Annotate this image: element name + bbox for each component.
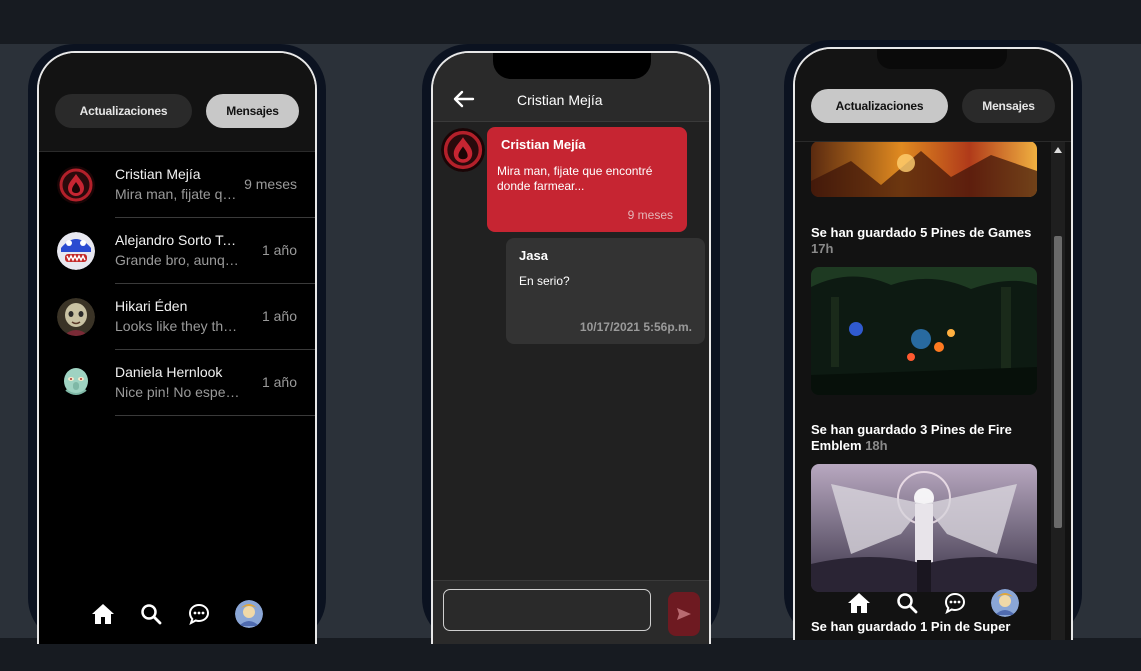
scroll-thumb[interactable] [1054, 236, 1062, 528]
home-icon[interactable] [91, 602, 115, 626]
conversation-item[interactable]: Alejandro Sorto Toledo Grande bro, aunqu… [39, 218, 315, 284]
phone-screen: Actualizaciones Mensajes Se han guardado… [793, 47, 1073, 640]
tab-bar: Actualizaciones Mensajes [39, 53, 315, 152]
conversation-name: Hikari Éden [115, 298, 188, 314]
message-composer [433, 580, 709, 644]
profile-avatar[interactable] [235, 600, 263, 628]
feed-item-title[interactable]: Se han guardado 3 Pines de Fire Emblem 1… [811, 422, 1041, 454]
squid-avatar-icon [57, 364, 95, 402]
feed-title-text: Se han guardado 3 Pines de Fire Emblem [811, 422, 1012, 453]
updates-feed: Se han guardado 5 Pines de Games 17h Se … [795, 141, 1071, 640]
pin-image[interactable] [811, 141, 1037, 197]
feed-item-title[interactable]: Se han guardado 1 Pin de Super [811, 619, 1041, 635]
pin-image[interactable] [811, 267, 1037, 395]
background-top-band [0, 0, 1141, 44]
conversation-preview: Mira man, fijate que encontré donde farm… [115, 186, 240, 202]
feed-age: 18h [865, 438, 888, 453]
conversation-preview: Nice pin! No esperaba... [115, 384, 240, 400]
message-author: Jasa [519, 248, 548, 263]
send-button[interactable] [668, 592, 700, 636]
profile-avatar[interactable] [991, 589, 1019, 617]
notch [877, 49, 1007, 69]
phone-updates: Actualizaciones Mensajes Se han guardado… [784, 40, 1082, 640]
conversation-item[interactable]: Hikari Éden Looks like they this... 1 añ… [39, 284, 315, 350]
divider [115, 415, 315, 416]
message-author: Cristian Mejía [501, 137, 586, 152]
search-icon[interactable] [895, 591, 919, 615]
conversation-name: Cristian Mejía [115, 166, 201, 182]
phone-screen: Cristian Mejía Cristian Mejía Mira man, … [431, 51, 711, 644]
feed-item-title[interactable]: Se han guardado 5 Pines de Games 17h [811, 225, 1041, 257]
conversation-item[interactable]: Daniela Hernlook Nice pin! No esperaba..… [39, 350, 315, 416]
bottom-navbar [39, 600, 315, 628]
conversation-time: 1 año [261, 374, 297, 390]
message-time: 10/17/2021 5:56p.m. [579, 320, 692, 334]
conversation-preview: Looks like they this... [115, 318, 240, 334]
search-icon[interactable] [139, 602, 163, 626]
conversation-name: Alejandro Sorto Toledo [115, 232, 240, 248]
red-emblem-avatar-icon [57, 166, 95, 204]
messages-icon[interactable] [187, 602, 211, 626]
message-bubble-sent: Jasa En serio? 10/17/2021 5:56p.m. [506, 238, 705, 344]
notch [493, 53, 651, 79]
pin-image[interactable] [811, 464, 1037, 592]
message-input[interactable] [443, 589, 651, 631]
conversation-name: Daniela Hernlook [115, 364, 223, 380]
red-emblem-avatar-icon [441, 128, 485, 172]
tab-mensajes[interactable]: Mensajes [206, 94, 299, 128]
conversation-item[interactable]: Cristian Mejía Mira man, fijate que enco… [39, 152, 315, 218]
scroll-up-arrow-icon[interactable] [1054, 147, 1062, 153]
tab-mensajes[interactable]: Mensajes [962, 89, 1055, 123]
message-bubble-received: Cristian Mejía Mira man, fijate que enco… [487, 127, 687, 232]
messages-icon[interactable] [943, 591, 967, 615]
conversation-preview: Grande bro, aunque... [115, 252, 240, 268]
message-time: 9 meses [627, 208, 673, 222]
conversation-time: 1 año [261, 242, 297, 258]
conversation-time: 9 meses [244, 176, 297, 192]
bottom-navbar [795, 589, 1071, 617]
phone-messages-list: Actualizaciones Mensajes Cristian Mejía … [28, 44, 326, 644]
scrollbar[interactable] [1051, 141, 1065, 640]
blue-mascot-avatar-icon [57, 232, 95, 270]
message-text: Mira man, fijate que encontré donde farm… [497, 164, 653, 193]
send-icon [677, 608, 691, 620]
feed-title-text: Se han guardado 5 Pines de Games [811, 225, 1032, 240]
back-arrow-icon[interactable] [453, 90, 475, 108]
tab-actualizaciones[interactable]: Actualizaciones [811, 89, 948, 123]
feed-age: 17h [811, 241, 834, 256]
character-avatar-icon [57, 298, 95, 336]
feed-title-text: Se han guardado 1 Pin de Super [811, 619, 1011, 634]
conversation-time: 1 año [261, 308, 297, 324]
phone-screen: Actualizaciones Mensajes Cristian Mejía … [37, 51, 317, 644]
chat-title: Cristian Mejía [517, 92, 603, 108]
phone-chat: Cristian Mejía Cristian Mejía Mira man, … [422, 44, 720, 644]
message-text: En serio? [519, 274, 570, 288]
home-icon[interactable] [847, 591, 871, 615]
tab-actualizaciones[interactable]: Actualizaciones [55, 94, 192, 128]
